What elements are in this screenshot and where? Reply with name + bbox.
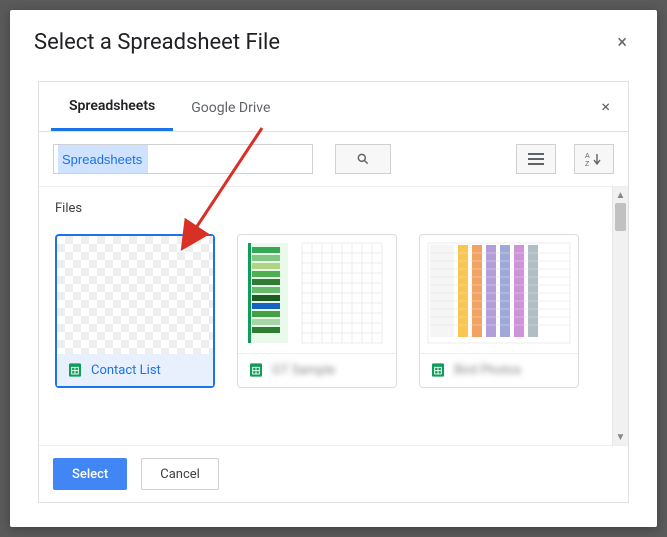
select-button[interactable]: Select [53, 458, 127, 490]
file-picker-dialog: Select a Spreadsheet File × Spreadsheets… [10, 10, 657, 527]
scrollbar[interactable]: ▲ ▼ [612, 187, 628, 445]
file-card-footer: Contact List [57, 354, 213, 386]
content-area: Files Contact List [39, 186, 628, 445]
svg-text:Z: Z [585, 161, 590, 166]
file-name: GT Sample [272, 363, 335, 378]
tabs-row: Spreadsheets Google Drive × [39, 82, 628, 132]
sort-az-icon: AZ [585, 152, 603, 166]
scrollbar-track[interactable] [613, 203, 628, 429]
cancel-button[interactable]: Cancel [141, 458, 219, 490]
files-heading: Files [55, 201, 596, 216]
sort-button[interactable]: AZ [574, 144, 614, 174]
files-viewport: Files Contact List [39, 187, 612, 445]
file-card[interactable]: Bird Photos [419, 234, 579, 388]
picker-panel: Spreadsheets Google Drive × AZ Files [38, 81, 629, 503]
tabs-close-icon[interactable]: × [595, 93, 616, 120]
scrollbar-thumb[interactable] [615, 203, 626, 231]
scroll-down-icon[interactable]: ▼ [613, 429, 628, 445]
sheets-icon [248, 362, 264, 378]
sheets-icon [67, 362, 83, 378]
file-thumbnail [420, 235, 578, 353]
tab-spreadsheets[interactable]: Spreadsheets [51, 82, 173, 131]
file-thumbnail [57, 236, 213, 354]
search-icon [356, 152, 370, 166]
list-view-button[interactable] [516, 144, 556, 174]
file-card[interactable]: GT Sample [237, 234, 397, 388]
file-card-footer: GT Sample [238, 353, 396, 386]
svg-text:A: A [585, 153, 590, 160]
search-button[interactable] [335, 144, 391, 174]
toolbar: AZ [39, 132, 628, 186]
file-thumbnail [238, 235, 396, 353]
close-icon[interactable]: × [611, 28, 633, 57]
file-card-footer: Bird Photos [420, 353, 578, 386]
button-row: Select Cancel [39, 445, 628, 502]
file-card[interactable]: Contact List [55, 234, 215, 388]
dialog-title: Select a Spreadsheet File [34, 30, 280, 55]
list-view-icon [528, 153, 544, 165]
file-name: Bird Photos [454, 363, 521, 378]
tab-google-drive[interactable]: Google Drive [173, 84, 288, 130]
sheets-icon [430, 362, 446, 378]
search-input[interactable] [53, 144, 313, 174]
scroll-up-icon[interactable]: ▲ [613, 187, 628, 203]
dialog-header: Select a Spreadsheet File × [10, 10, 657, 67]
files-grid: Contact List [55, 234, 596, 388]
file-name: Contact List [91, 363, 161, 378]
